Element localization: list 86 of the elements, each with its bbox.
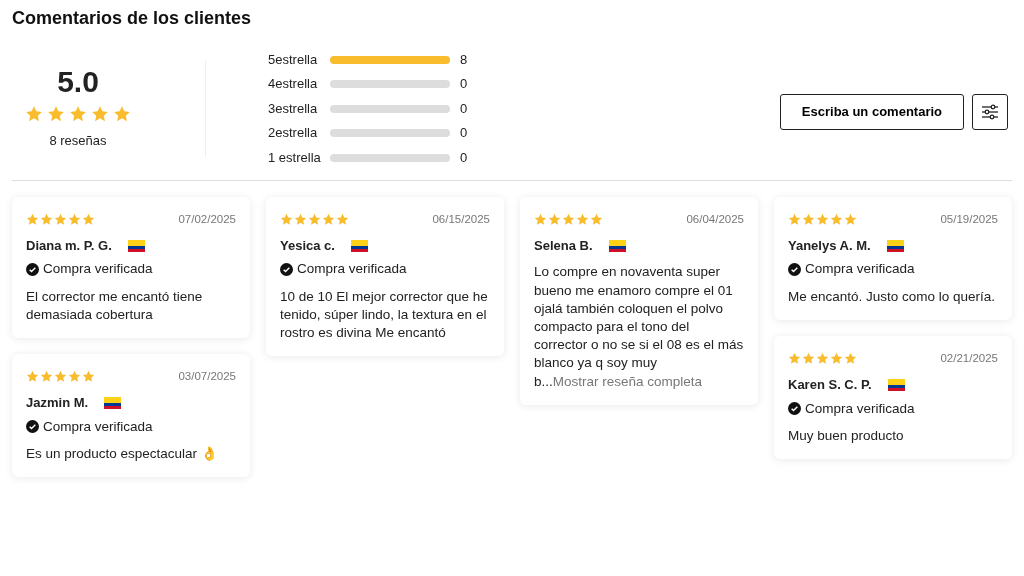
star-icon [25, 104, 43, 123]
star-icon [308, 212, 321, 226]
star-icon [68, 212, 81, 226]
verified-label: Compra verificada [805, 399, 915, 418]
star-icon [26, 212, 39, 226]
check-icon [788, 262, 801, 276]
star-icon [816, 212, 829, 226]
review-count: 8 reseñas [49, 131, 107, 150]
reviewer-name: Diana m. P. G. [26, 236, 112, 255]
star-icon [82, 370, 95, 384]
flag-icon [127, 239, 145, 252]
review-text: El corrector me encantó tiene demasiada cobertura [26, 287, 204, 324]
star-level-label: 5estrella [268, 50, 319, 69]
rating-count: 0 [459, 99, 469, 118]
write-review-button[interactable]: Escriba un comentario [779, 93, 964, 130]
star-icon [69, 104, 87, 123]
star-icon [548, 212, 561, 226]
star-icon [844, 351, 857, 365]
rating-count: 0 [459, 124, 469, 143]
star-icon [294, 212, 307, 226]
verified-label: Compra verificada [43, 260, 153, 279]
filter-icon [981, 102, 999, 121]
star-icon [802, 351, 815, 365]
check-icon [788, 402, 801, 416]
reviewer-name: Yanelys A. M. [788, 236, 871, 255]
star-icon [562, 212, 575, 226]
star-icon [788, 212, 801, 226]
rating-count: 0 [459, 75, 469, 94]
star-icon [113, 104, 131, 123]
star-icon [26, 370, 39, 384]
star-icon [590, 212, 603, 226]
review-text: Es un producto espectacular 👌 [26, 445, 219, 464]
star-icon [91, 104, 109, 123]
flag-icon [886, 239, 904, 252]
reviewer-name: Karen S. C. P. [788, 376, 872, 395]
reviewer-name: Selena B. [534, 236, 593, 255]
star-icon [534, 212, 547, 226]
reviewer-name: Yesica c. [280, 236, 335, 255]
review-date: 06/04/2025 [686, 211, 744, 227]
section-title: Comentarios de los clientes [11, 8, 253, 30]
star-level-label: 3estrella [268, 99, 319, 118]
average-rating: 5.0 [57, 66, 99, 97]
flag-icon [350, 239, 368, 252]
review-date: 03/07/2025 [178, 369, 236, 385]
reviewer-name: Jazmin M. [26, 394, 89, 413]
star-icon [82, 212, 95, 226]
star-icon [322, 212, 335, 226]
review-text: Muy buen producto [788, 426, 905, 445]
star-icon [576, 212, 589, 226]
star-icon [47, 104, 65, 123]
review-text: Lo compre en novaventa super bueno me enamoro compre el 01 ojalá también coloquen el polvo compacto para el tono del corrector o no se si el 08 es el más blanco ya q soy muy b...Mostrar reseña completa [534, 263, 744, 391]
flag-icon [887, 378, 905, 391]
star-icon [54, 212, 67, 226]
star-icon [816, 351, 829, 365]
verified-label: Compra verificada [43, 417, 153, 436]
star-icon [788, 351, 801, 365]
review-text: Me encantó. Justo como lo quería. [788, 287, 997, 306]
review-date: 06/15/2025 [432, 211, 490, 227]
flag-icon [104, 397, 122, 410]
rating-count: 0 [459, 148, 469, 167]
review-date: 07/02/2025 [178, 211, 236, 227]
check-icon [26, 262, 39, 276]
check-icon [26, 420, 39, 434]
verified-label: Compra verificada [805, 260, 915, 279]
star-icon [802, 212, 815, 226]
star-level-label: 2estrella [268, 124, 319, 143]
rating-count: 8 [459, 50, 469, 69]
check-icon [280, 262, 293, 276]
filter-button[interactable] [972, 93, 1008, 130]
review-text: 10 de 10 El mejor corrector que he tenido, súper lindo, la textura en el rostro es divina Me encantó [280, 287, 489, 343]
show-more-link[interactable]: Mostrar reseña completa [552, 373, 703, 389]
star-icon [844, 212, 857, 226]
verified-label: Compra verificada [297, 260, 407, 279]
flag-icon [608, 239, 626, 252]
star-level-label: 4estrella [268, 75, 319, 94]
star-icon [40, 212, 53, 226]
star-icon [336, 212, 349, 226]
star-icon [40, 370, 53, 384]
star-icon [830, 351, 843, 365]
review-date: 05/19/2025 [940, 211, 998, 227]
star-icon [830, 212, 843, 226]
star-level-label: 1 estrella [268, 148, 322, 167]
review-date: 02/21/2025 [940, 350, 998, 366]
star-icon [68, 370, 81, 384]
star-icon [280, 212, 293, 226]
star-icon [54, 370, 67, 384]
